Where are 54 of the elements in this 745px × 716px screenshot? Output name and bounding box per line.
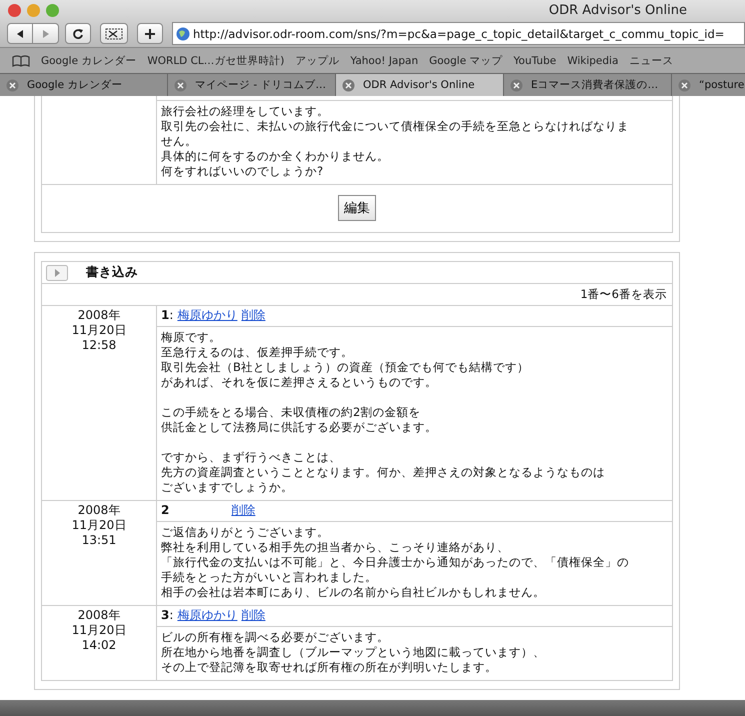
post-time: 13:51 bbox=[80, 533, 118, 548]
forward-arrow-icon bbox=[40, 28, 50, 38]
bookmark-link[interactable]: YouTube bbox=[514, 54, 556, 66]
post-time: 14:02 bbox=[80, 638, 118, 653]
author-link[interactable]: 梅原ゆかり bbox=[177, 308, 238, 322]
delete-link[interactable]: 削除 bbox=[241, 608, 266, 622]
post-number: 2 bbox=[161, 503, 170, 517]
bookmark-link[interactable]: WORLD CL…ガセ世界時計) bbox=[147, 54, 284, 68]
delete-link[interactable]: 削除 bbox=[231, 503, 256, 517]
post-body: 梅原です。 至急行えるのは、仮差押手続です。 取引先会社（B社としましょう）の資産（預金でも何でも結構です） があれば、それを仮に差押さえるというものです。 この手続をとる場合、未収債権の約2割の金額を 供託金として法務局に供託する必要がございます。 ですから、まず行うべきことは、 先方の資産調査ということとなります。何か、差押さえの対象となるようなものは ございますでしょうか。 bbox=[156, 326, 672, 500]
close-tab-icon bbox=[510, 78, 523, 92]
plus-icon bbox=[144, 28, 156, 40]
back-arrow-icon bbox=[15, 28, 25, 38]
close-tab-icon bbox=[174, 78, 187, 92]
post-date: 2008年 bbox=[76, 608, 122, 623]
close-tab-icon bbox=[6, 78, 19, 92]
post-date: 2008年 bbox=[76, 308, 122, 323]
delete-link[interactable]: 削除 bbox=[241, 308, 266, 322]
post-number: 1 bbox=[161, 308, 170, 322]
close-tab-icon bbox=[678, 78, 691, 92]
post-day: 11月20日 bbox=[43, 323, 155, 338]
post-time: 12:58 bbox=[80, 338, 118, 353]
post-body: ご返信ありがとうございます。 弊社を利用している相手先の担当者から、こっそり連絡があり、 「旅行代金の支払いは不可能」と、今日弁護士から通知があったので、「債権保全」の 手続をとった方がいいと言われました。 相手の会社は岩本町にあり、ビルの名前から自社ビルかもしれません。 bbox=[156, 522, 672, 606]
globe-icon bbox=[176, 26, 190, 40]
post-day: 11月20日 bbox=[43, 623, 155, 638]
snippet-button[interactable] bbox=[100, 23, 128, 44]
topic-body: 旅行会社の経理をしています。 取引先の会社に、未払いの旅行代金について債権保全の手続を至急とらなければなりま せん。 具体的に何をするのか全くわかりません。 何をすればいいのでしょうか? bbox=[156, 100, 672, 184]
browser-tab[interactable]: ODR Advisor's Online bbox=[336, 74, 504, 96]
author-link[interactable]: 梅原ゆかり bbox=[177, 608, 238, 622]
bookmark-link[interactable]: Yahoo! Japan bbox=[350, 54, 418, 66]
section-title: 書き込み bbox=[86, 264, 138, 281]
book-icon bbox=[12, 54, 30, 66]
reload-icon bbox=[72, 28, 84, 40]
bookmark-link[interactable]: Google カレンダー bbox=[41, 54, 136, 68]
number-separator: : bbox=[169, 608, 174, 622]
address-field[interactable]: http://advisor.odr-room.com/sns/?m=pc&a=page_c_topic_detail&target_c_commu_topic_id= bbox=[172, 22, 745, 45]
range-label: 1番〜6番を表示 bbox=[580, 287, 667, 301]
close-tab-icon bbox=[342, 78, 355, 92]
post-number: 3 bbox=[161, 608, 170, 622]
number-separator: : bbox=[169, 308, 174, 322]
bookmark-link[interactable]: ニュース bbox=[629, 54, 674, 68]
zoom-window-button[interactable] bbox=[46, 4, 59, 16]
edit-button[interactable]: 編集 bbox=[338, 195, 376, 221]
back-button[interactable] bbox=[7, 23, 33, 44]
window-title: ODR Advisor's Online bbox=[548, 2, 687, 18]
post-body: ビルの所有権を調べる必要がございます。 所在地から地番を調査し（ブルーマップという地図に載っています）、 その上で登記簿を取寄せれば所有権の所在が判明いたします。 bbox=[156, 626, 672, 680]
reload-button[interactable] bbox=[65, 23, 91, 44]
bookmark-link[interactable]: アップル bbox=[295, 54, 340, 68]
post-date: 2008年 bbox=[76, 503, 122, 518]
post-day: 11月20日 bbox=[43, 518, 155, 533]
close-window-button[interactable] bbox=[8, 4, 21, 16]
bookmark-link[interactable]: Wikipedia bbox=[567, 54, 618, 66]
add-bookmark-button[interactable] bbox=[137, 23, 163, 44]
bookmark-link[interactable]: Google マップ bbox=[429, 54, 502, 68]
